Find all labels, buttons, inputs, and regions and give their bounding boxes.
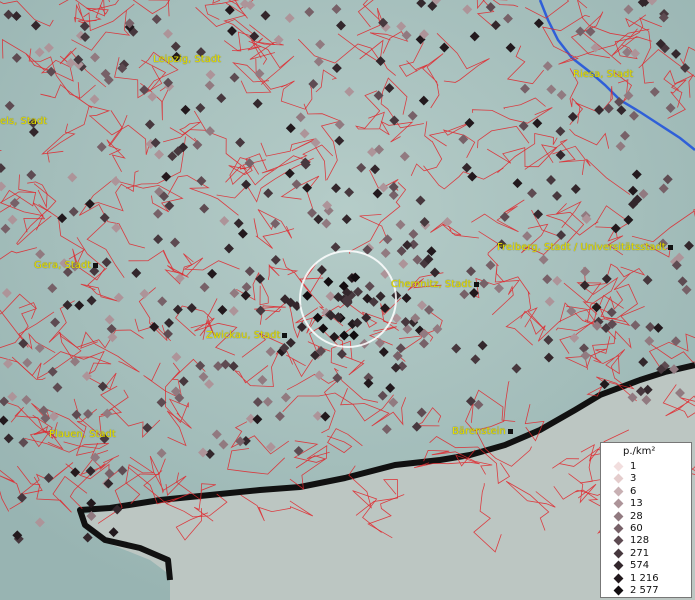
city-marker <box>473 281 479 287</box>
legend-swatch <box>613 486 624 497</box>
city-label-barenstein[interactable]: Bärenstein <box>452 426 513 437</box>
legend-unit: p./km² <box>623 446 656 457</box>
legend-swatch <box>613 585 624 596</box>
legend-swatch <box>613 511 624 522</box>
legend-value: 6 <box>630 485 637 497</box>
city-marker <box>282 332 288 338</box>
selection-circle[interactable] <box>299 250 397 348</box>
legend-value: 1 216 <box>630 572 659 584</box>
legend-value: 1 <box>630 461 637 472</box>
city-label-riesa[interactable]: Riesa, Stadt <box>573 69 633 80</box>
city-label-gera[interactable]: Gera, Stadt <box>34 260 99 271</box>
legend-swatch <box>613 523 624 534</box>
legend-value: 13 <box>630 498 643 510</box>
legend-swatch <box>613 498 624 509</box>
legend-swatch <box>613 548 624 559</box>
legend-value: 3 <box>630 473 637 485</box>
city-label-leipzig[interactable]: Leipzig, Stadt <box>153 54 221 65</box>
city-label-els[interactable]: els, Stadt <box>0 116 47 127</box>
legend-swatch <box>613 461 624 472</box>
legend-value: 128 <box>630 535 650 547</box>
legend-swatch <box>613 573 624 584</box>
city-marker <box>667 244 673 250</box>
density-legend: p./km² 1 3 6 13 28 60 128 271 574 1 216 2 577 <box>600 442 692 598</box>
city-label-zwickau[interactable]: Zwickau, Stadt <box>206 330 288 341</box>
population-density-map[interactable]: Leipzig, Stadt Riesa, Stadt els, Stadt G… <box>0 0 695 600</box>
legend-value: 271 <box>630 547 650 559</box>
city-label-freiberg[interactable]: Freiberg, Stadt / Universitätsstadt <box>497 242 673 253</box>
city-marker <box>93 262 99 268</box>
city-label-plauen[interactable]: Plauen, Stadt <box>49 429 116 440</box>
legend-swatch <box>613 560 624 571</box>
legend-value: 28 <box>630 510 643 522</box>
city-marker <box>507 428 513 434</box>
legend-value: 60 <box>630 523 643 534</box>
city-label-chemnitz[interactable]: Chemnitz, Stadt <box>391 279 479 290</box>
legend-swatch <box>613 473 624 484</box>
legend-value: 574 <box>630 560 650 572</box>
legend-swatch <box>613 535 624 546</box>
legend-value: 2 577 <box>630 585 659 596</box>
